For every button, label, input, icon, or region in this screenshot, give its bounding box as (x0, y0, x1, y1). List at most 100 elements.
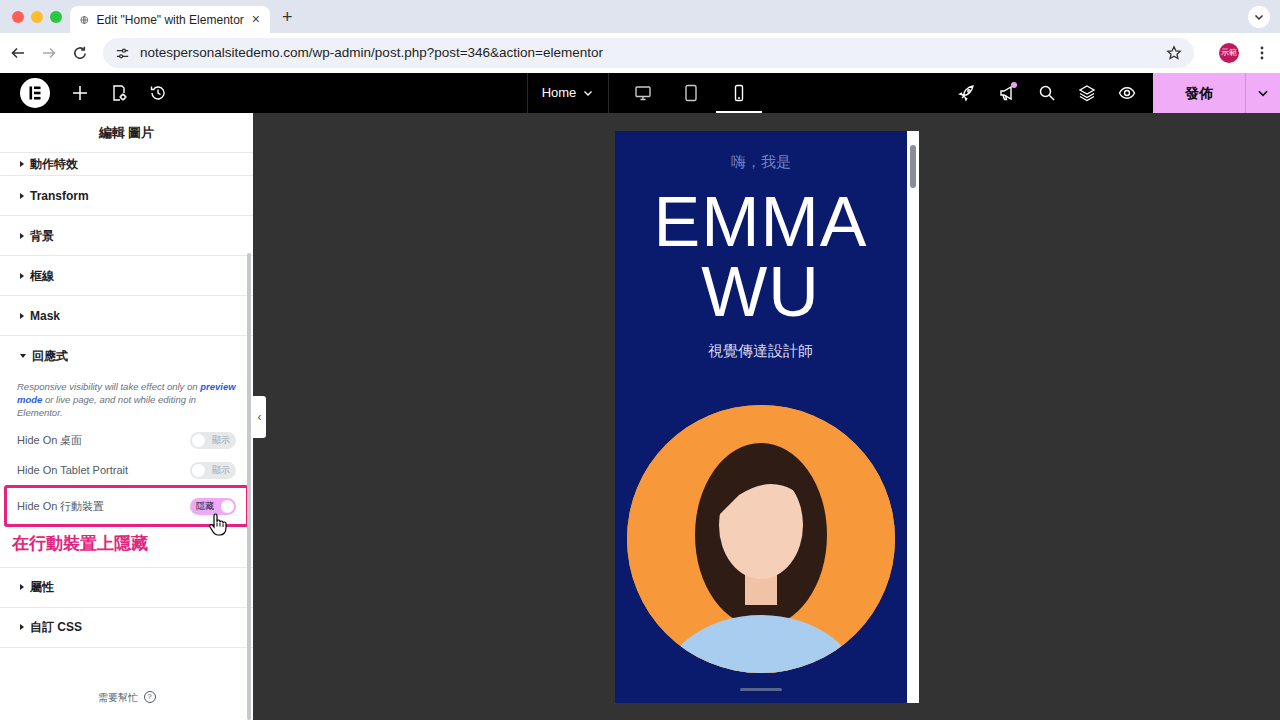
role-text[interactable]: 視覺傳達設計師 (708, 340, 813, 362)
profile-avatar[interactable]: 示範 (1219, 43, 1239, 63)
url-text: notespersonalsitedemo.com/wp-admin/post.… (140, 43, 603, 63)
section-body: Responsive visibility will take effect o… (0, 376, 253, 568)
center-controls: Home (527, 73, 773, 113)
tab-search-button[interactable] (1248, 6, 1270, 28)
page-preview[interactable]: 嗨，我是 EMMAWU 視覺傳達設計師 (615, 131, 907, 703)
section-label: Mask (30, 307, 60, 325)
tab-title: Edit "Home" with Elementor (97, 11, 244, 29)
panel-scrollbar[interactable] (247, 253, 251, 720)
notifications-button[interactable] (987, 73, 1027, 113)
star-icon[interactable] (1166, 45, 1182, 61)
section-header[interactable]: 回應式 (0, 336, 253, 376)
switch-text: 隱藏 (196, 500, 214, 513)
search-button[interactable] (1027, 73, 1067, 113)
preview-scrollbar[interactable] (907, 131, 919, 703)
launch-button[interactable] (947, 73, 987, 113)
name-line: EMMA (654, 187, 868, 257)
layers-icon (1078, 84, 1096, 102)
caret-icon (20, 233, 24, 239)
scroll-thumb[interactable] (910, 145, 916, 188)
device-button[interactable] (667, 73, 715, 113)
publish-options-button[interactable] (1245, 73, 1280, 113)
caret-icon (20, 273, 24, 279)
forward-arrow-icon[interactable] (41, 45, 57, 61)
mobile-preview: 嗨，我是 EMMAWU 視覺傳達設計師 (615, 131, 919, 703)
page-selector[interactable]: Home (527, 73, 609, 113)
caret-icon (20, 313, 24, 319)
tablet-icon (682, 84, 700, 102)
visibility-switch[interactable]: 顯示 (190, 462, 236, 479)
switch-knob (192, 464, 205, 477)
site-settings-icon[interactable] (115, 46, 130, 61)
section-header[interactable]: Transform (0, 176, 253, 216)
section-header[interactable]: Mask (0, 296, 253, 336)
browser-tab[interactable]: Edit "Home" with Elementor × (70, 6, 270, 33)
minimize-window-button[interactable] (31, 11, 43, 23)
address-bar[interactable]: notespersonalsitedemo.com/wp-admin/post.… (103, 38, 1194, 68)
close-tab-button[interactable]: × (252, 9, 260, 30)
switch-knob (221, 500, 234, 513)
section-header[interactable]: 屬性 (0, 568, 253, 608)
section-header[interactable]: 框線 (0, 256, 253, 296)
toggle-row: Hide On Tablet Portrait 顯示 (0, 455, 253, 485)
unread-dot (1011, 82, 1017, 88)
settings-panel: 編輯 圖片 動作特效 Transform 背景框線 Mask 回應式 Responsive… (0, 113, 253, 720)
publish-button[interactable]: 發佈 (1153, 73, 1245, 113)
editor-top-bar: Home 發佈 (0, 73, 1280, 113)
section-header[interactable]: 自訂 CSS (0, 608, 253, 648)
section-label: 屬性 (30, 578, 54, 596)
new-tab-button[interactable]: + (282, 8, 293, 26)
toggle-label: Hide On 行動裝置 (17, 498, 104, 515)
device-switcher (609, 73, 773, 113)
close-window-button[interactable] (12, 11, 24, 23)
reload-icon[interactable] (72, 45, 88, 61)
section-label: 自訂 CSS (30, 618, 82, 636)
rocket-icon (958, 84, 976, 102)
search-icon (1038, 84, 1056, 102)
device-button[interactable] (715, 73, 763, 113)
visibility-switch[interactable]: 顯示 (190, 432, 236, 449)
note-text: or live page, and not while editing in E… (17, 394, 196, 418)
eye-icon (1118, 84, 1136, 102)
toggle-label: Hide On Tablet Portrait (17, 462, 128, 479)
toggle-row: Hide On 桌面顯示 (0, 425, 253, 455)
panel-title: 編輯 圖片 (0, 113, 253, 153)
caret-icon (20, 624, 24, 630)
help-link[interactable]: 需要幫忙 ? (0, 648, 253, 705)
name-line: WU (654, 257, 868, 327)
visibility-switch[interactable]: 隱藏 (190, 498, 236, 515)
switch-text: 顯示 (212, 464, 230, 477)
device-button[interactable] (619, 73, 667, 113)
portrait-photo-icon (627, 405, 895, 673)
greeting-text[interactable]: 嗨，我是 (731, 152, 791, 172)
preview-button[interactable] (1107, 73, 1147, 113)
collapse-panel-button[interactable]: ‹ (253, 396, 266, 438)
name-heading[interactable]: EMMAWU (654, 187, 868, 327)
info-note: Responsive visibility will take effect o… (0, 376, 253, 419)
section-header[interactable]: 動作特效 (0, 153, 253, 176)
section-label: 框線 (30, 267, 54, 285)
chevron-down-icon (582, 87, 594, 99)
caret-icon (20, 161, 24, 167)
section-label: Transform (30, 187, 89, 205)
scroll-handle (740, 688, 782, 691)
switch-text: 顯示 (212, 434, 230, 447)
section-header[interactable]: 背景 (0, 216, 253, 256)
help-label: 需要幫忙 (98, 690, 138, 705)
portrait-photo[interactable] (627, 405, 895, 673)
structure-button[interactable] (1067, 73, 1107, 113)
section-label: 背景 (30, 227, 54, 245)
caret-icon (20, 193, 24, 199)
back-arrow-icon[interactable] (10, 45, 26, 61)
tab-strip: Edit "Home" with Elementor × + (0, 0, 1280, 33)
page-settings-icon[interactable] (110, 84, 128, 102)
add-element-icon[interactable] (71, 84, 89, 102)
editor-canvas: ‹ 嗨，我是 EMMAWU 視覺傳達設計師 (253, 113, 1280, 720)
section-label: 回應式 (32, 347, 68, 365)
history-icon[interactable] (149, 84, 167, 102)
more-menu-icon[interactable] (1254, 45, 1270, 61)
zoom-window-button[interactable] (50, 11, 62, 23)
help-question-icon: ? (144, 691, 156, 703)
elementor-logo-icon[interactable] (20, 78, 50, 108)
toggle-row: Hide On 行動裝置 隱藏 (4, 485, 249, 527)
